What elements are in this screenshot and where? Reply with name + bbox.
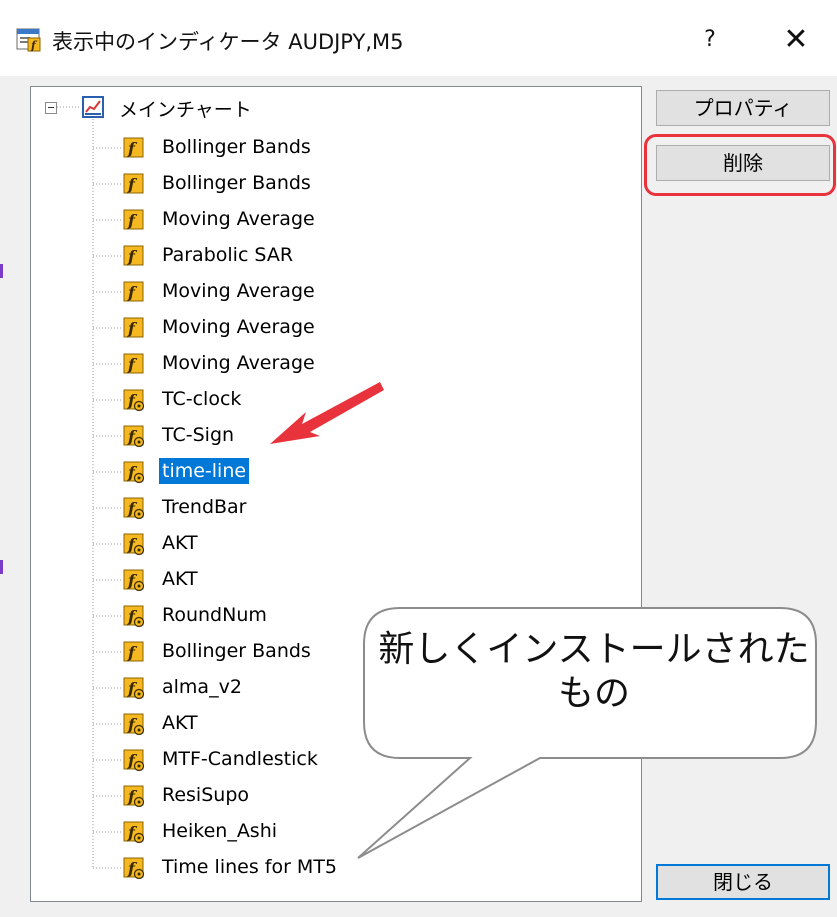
tree-item-label: Bollinger Bands [162, 136, 311, 158]
tree-item-label: TC-clock [162, 388, 242, 410]
custom-indicator-icon: f [123, 605, 145, 627]
tree-item-label: MTF-Candlestick [162, 748, 318, 770]
tree-item-label: AKT [162, 532, 198, 554]
callout-text: 新しくインストールされたもの [378, 629, 810, 714]
window-title: 表示中のインディケータ AUDJPY,M5 [52, 30, 404, 54]
tree-item-label: TrendBar [162, 496, 247, 518]
tree-item-label: Moving Average [162, 352, 315, 374]
tree-item-label: Time lines for MT5 [162, 856, 338, 878]
tree-item-label: ResiSupo [162, 784, 250, 806]
tree-item[interactable]: f Moving Average [31, 201, 631, 237]
tree-item-label: time-line [159, 458, 250, 484]
builtin-indicator-icon: f [123, 137, 144, 158]
tree-item-label: AKT [162, 712, 198, 734]
title-bar: f 表示中のインディケータ AUDJPY,M5 ? ✕ [0, 0, 837, 76]
builtin-indicator-icon: f [123, 317, 144, 338]
edge-marker [0, 560, 3, 574]
tree-item-label: Bollinger Bands [162, 172, 311, 194]
tree-item-label: AKT [162, 568, 198, 590]
tree-item-label: TC-Sign [162, 424, 235, 446]
builtin-indicator-icon: f [123, 641, 144, 662]
custom-indicator-icon: f [123, 677, 145, 699]
indicator-list-icon: f [16, 28, 41, 52]
close-button[interactable]: 閉じる [656, 864, 830, 900]
edge-marker [0, 264, 3, 278]
chart-window-icon [82, 96, 104, 118]
tree-item[interactable]: f Parabolic SAR [31, 237, 631, 273]
close-icon[interactable]: ✕ [772, 20, 820, 60]
tree-item[interactable]: f TrendBar [31, 489, 631, 525]
custom-indicator-icon: f [123, 533, 145, 555]
custom-indicator-icon: f [123, 461, 145, 483]
builtin-indicator-icon: f [123, 245, 144, 266]
custom-indicator-icon: f [123, 857, 145, 879]
tree-item[interactable]: f AKT [31, 525, 631, 561]
custom-indicator-icon: f [123, 389, 145, 411]
builtin-indicator-icon: f [123, 209, 144, 230]
tree-item[interactable]: f time-line [31, 453, 631, 489]
tree-item-label: Bollinger Bands [162, 640, 311, 662]
tree-item-label: RoundNum [162, 604, 267, 626]
tree-item[interactable]: f AKT [31, 561, 631, 597]
tree-item[interactable]: f Bollinger Bands [31, 129, 631, 165]
tree-item-label: alma_v2 [162, 676, 242, 698]
tree-item[interactable]: f Moving Average [31, 309, 631, 345]
custom-indicator-icon: f [123, 785, 145, 807]
tree-item[interactable]: f Moving Average [31, 345, 631, 381]
builtin-indicator-icon: f [123, 173, 144, 194]
delete-highlight-annotation [644, 134, 836, 196]
tree-item[interactable]: f Bollinger Bands [31, 165, 631, 201]
custom-indicator-icon: f [123, 569, 145, 591]
tree-item-label: Parabolic SAR [162, 244, 294, 266]
custom-indicator-icon: f [123, 713, 145, 735]
collapse-toggle[interactable] [45, 102, 57, 114]
builtin-indicator-icon: f [123, 281, 144, 302]
tree-item-label: Moving Average [162, 208, 315, 230]
tree-item-label: Moving Average [162, 316, 315, 338]
tree-root-label[interactable]: メインチャート [119, 95, 252, 122]
red-arrow-annotation [270, 382, 384, 444]
tree-item-label: Heiken_Ashi [162, 820, 278, 842]
tree-item-label: Moving Average [162, 280, 315, 302]
properties-button[interactable]: プロパティ [656, 90, 830, 126]
tree-item[interactable]: f Moving Average [31, 273, 631, 309]
custom-indicator-icon: f [123, 497, 145, 519]
help-button[interactable]: ? [688, 20, 732, 60]
custom-indicator-icon: f [123, 749, 145, 771]
custom-indicator-icon: f [123, 425, 145, 447]
builtin-indicator-icon: f [123, 353, 144, 374]
custom-indicator-icon: f [123, 821, 145, 843]
